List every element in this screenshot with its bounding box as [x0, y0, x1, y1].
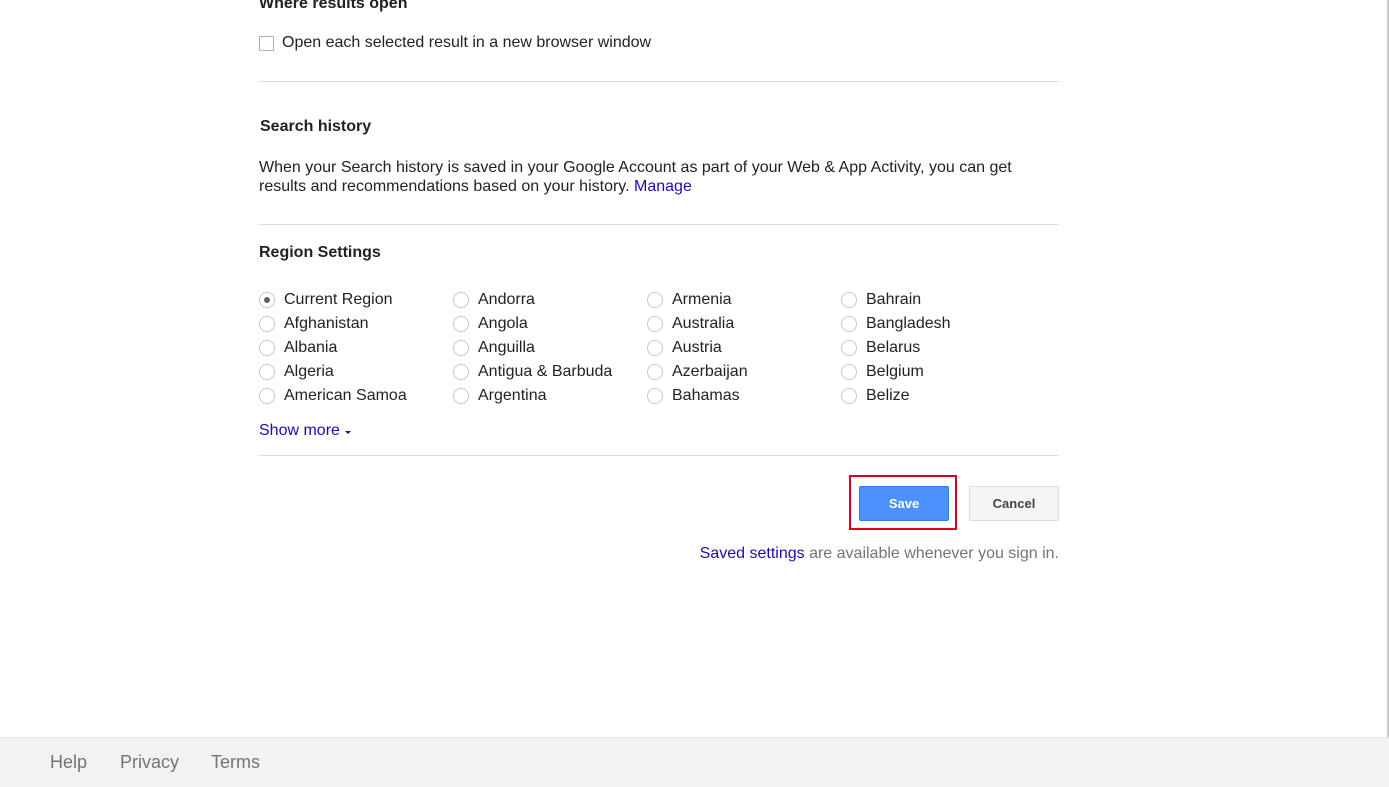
show-more-label[interactable]: Show more: [259, 422, 340, 440]
region-option[interactable]: Bahamas: [647, 384, 841, 408]
search-history-description: When your Search history is saved in you…: [259, 158, 1059, 196]
region-radio[interactable]: [841, 316, 857, 332]
region-label[interactable]: Current Region: [284, 291, 393, 309]
region-radio[interactable]: [453, 388, 469, 404]
region-radio[interactable]: [647, 292, 663, 308]
region-option[interactable]: Algeria: [259, 360, 453, 384]
region-radio-group: Current Region Afghanistan Albania Algeria A…: [259, 288, 1059, 408]
region-option[interactable]: Argentina: [453, 384, 647, 408]
footer-privacy-link[interactable]: Privacy: [120, 752, 179, 773]
region-radio[interactable]: [259, 388, 275, 404]
region-radio[interactable]: [453, 316, 469, 332]
region-radio[interactable]: [841, 340, 857, 356]
region-radio[interactable]: [647, 388, 663, 404]
divider: [259, 224, 1059, 225]
region-label[interactable]: Angola: [478, 315, 528, 333]
show-more-link[interactable]: Show more: [259, 422, 351, 440]
region-label[interactable]: Belgium: [866, 363, 924, 381]
region-radio[interactable]: [647, 316, 663, 332]
footer-help-link[interactable]: Help: [50, 752, 87, 773]
region-label[interactable]: Anguilla: [478, 339, 535, 357]
divider: [259, 81, 1059, 82]
region-option[interactable]: Belgium: [841, 360, 1035, 384]
region-label[interactable]: American Samoa: [284, 387, 407, 405]
region-radio[interactable]: [259, 292, 275, 308]
region-label[interactable]: Bahamas: [672, 387, 740, 405]
region-label[interactable]: Belize: [866, 387, 910, 405]
region-radio[interactable]: [259, 340, 275, 356]
region-radio[interactable]: [647, 364, 663, 380]
region-radio[interactable]: [841, 292, 857, 308]
region-radio[interactable]: [453, 292, 469, 308]
region-label[interactable]: Albania: [284, 339, 337, 357]
region-option[interactable]: American Samoa: [259, 384, 453, 408]
region-radio[interactable]: [841, 388, 857, 404]
region-label[interactable]: Armenia: [672, 291, 732, 309]
region-option[interactable]: Antigua & Barbuda: [453, 360, 647, 384]
manage-link[interactable]: Manage: [634, 178, 692, 195]
region-option[interactable]: Armenia: [647, 288, 841, 312]
region-option[interactable]: Austria: [647, 336, 841, 360]
region-option[interactable]: Afghanistan: [259, 312, 453, 336]
region-label[interactable]: Algeria: [284, 363, 334, 381]
search-history-title: Search history: [260, 118, 372, 135]
region-label[interactable]: Antigua & Barbuda: [478, 363, 612, 381]
save-button[interactable]: Save: [859, 486, 949, 521]
cancel-button[interactable]: Cancel: [969, 486, 1059, 521]
region-option[interactable]: Current Region: [259, 288, 453, 312]
region-label[interactable]: Afghanistan: [284, 315, 369, 333]
saved-settings-note: Saved settings are available whenever yo…: [700, 545, 1059, 563]
region-option[interactable]: Albania: [259, 336, 453, 360]
region-radio[interactable]: [453, 340, 469, 356]
caret-down-icon: [344, 430, 351, 434]
region-option[interactable]: Bahrain: [841, 288, 1035, 312]
divider: [259, 455, 1059, 456]
footer: Help Privacy Terms: [0, 737, 1389, 787]
region-option[interactable]: Angola: [453, 312, 647, 336]
region-option[interactable]: Belize: [841, 384, 1035, 408]
region-label[interactable]: Azerbaijan: [672, 363, 748, 381]
region-settings-title: Region Settings: [259, 244, 381, 261]
new-window-checkbox[interactable]: [259, 35, 274, 51]
region-radio[interactable]: [453, 364, 469, 380]
new-window-label[interactable]: Open each selected result in a new brows…: [282, 34, 651, 52]
region-radio[interactable]: [259, 364, 275, 380]
region-label[interactable]: Belarus: [866, 339, 920, 357]
where-results-open-title: Where results open: [259, 0, 408, 12]
region-label[interactable]: Bahrain: [866, 291, 921, 309]
region-radio[interactable]: [647, 340, 663, 356]
region-radio[interactable]: [841, 364, 857, 380]
region-label[interactable]: Andorra: [478, 291, 535, 309]
region-radio[interactable]: [259, 316, 275, 332]
region-label[interactable]: Bangladesh: [866, 315, 951, 333]
region-option[interactable]: Anguilla: [453, 336, 647, 360]
region-option[interactable]: Australia: [647, 312, 841, 336]
settings-page: Where results open Open each selected re…: [0, 0, 1389, 787]
region-option[interactable]: Bangladesh: [841, 312, 1035, 336]
region-label[interactable]: Argentina: [478, 387, 547, 405]
region-option[interactable]: Belarus: [841, 336, 1035, 360]
region-option[interactable]: Andorra: [453, 288, 647, 312]
footer-terms-link[interactable]: Terms: [211, 752, 260, 773]
region-option[interactable]: Azerbaijan: [647, 360, 841, 384]
region-label[interactable]: Australia: [672, 315, 734, 333]
region-label[interactable]: Austria: [672, 339, 722, 357]
saved-settings-text: are available whenever you sign in.: [804, 545, 1059, 562]
new-window-option[interactable]: Open each selected result in a new brows…: [259, 34, 651, 52]
saved-settings-link[interactable]: Saved settings: [700, 545, 805, 562]
